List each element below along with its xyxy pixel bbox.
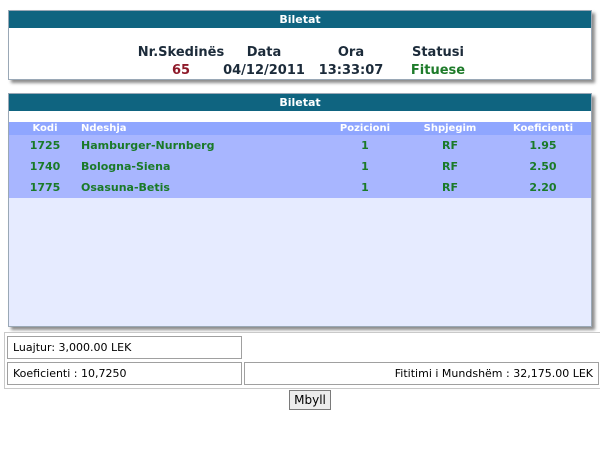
- cell-code: 1740: [29, 160, 61, 173]
- cell-odds: 2.50: [529, 160, 557, 173]
- cell-match: Hamburger-Nurnberg: [81, 139, 215, 152]
- col-header-position: Pozicioni: [339, 123, 391, 134]
- cell-odds: 1.95: [529, 139, 557, 152]
- table-row: 1775 Osasuna-Betis 1 RF 2.20: [9, 177, 591, 198]
- col-header-match: Ndeshja: [81, 123, 127, 134]
- header-time: Ora: [337, 45, 365, 60]
- summary-panel: Biletat Nr.Skedinës Data Ora Statusi 65 …: [8, 10, 592, 80]
- cell-match: Bologna-Siena: [81, 160, 171, 173]
- cell-odds: 2.20: [529, 181, 557, 194]
- col-header-code: Kodi: [32, 123, 58, 134]
- cell-position: 1: [361, 181, 369, 194]
- total-odds: Koeficienti : 10,7250: [7, 362, 242, 385]
- cell-explanation: RF: [442, 181, 458, 194]
- cell-position: 1: [361, 160, 369, 173]
- header-status: Statusi: [411, 45, 464, 60]
- cell-explanation: RF: [442, 139, 458, 152]
- potential-winnings: Fititimi i Mundshëm : 32,175.00 LEK: [244, 362, 599, 385]
- tickets-panel-title: Biletat: [9, 94, 591, 111]
- status-value: Fituese: [410, 63, 466, 78]
- time-value: 13:33:07: [318, 63, 384, 78]
- tickets-panel: Biletat Kodi Ndeshja Pozicioni Shpjegim …: [8, 93, 592, 327]
- col-header-explanation: Shpjegim: [423, 123, 477, 134]
- cell-code: 1775: [29, 181, 61, 194]
- summary-footer: Luajtur: 3,000.00 LEK Koeficienti : 10,7…: [4, 332, 600, 389]
- cell-code: 1725: [29, 139, 61, 152]
- tickets-table: Kodi Ndeshja Pozicioni Shpjegim Koeficie…: [9, 122, 591, 326]
- date-value: 04/12/2011: [223, 63, 305, 78]
- cell-position: 1: [361, 139, 369, 152]
- col-header-odds: Koeficienti: [512, 123, 574, 134]
- table-row: 1740 Bologna-Siena 1 RF 2.50: [9, 156, 591, 177]
- cell-match: Osasuna-Betis: [81, 181, 170, 194]
- header-date: Data: [246, 45, 282, 60]
- close-button[interactable]: Mbyll: [289, 390, 331, 410]
- summary-panel-title: Biletat: [9, 11, 591, 28]
- cell-explanation: RF: [442, 160, 458, 173]
- table-row: 1725 Hamburger-Nurnberg 1 RF 1.95: [9, 135, 591, 156]
- table-header: Kodi Ndeshja Pozicioni Shpjegim Koeficie…: [9, 122, 591, 135]
- stake-amount: Luajtur: 3,000.00 LEK: [7, 336, 242, 359]
